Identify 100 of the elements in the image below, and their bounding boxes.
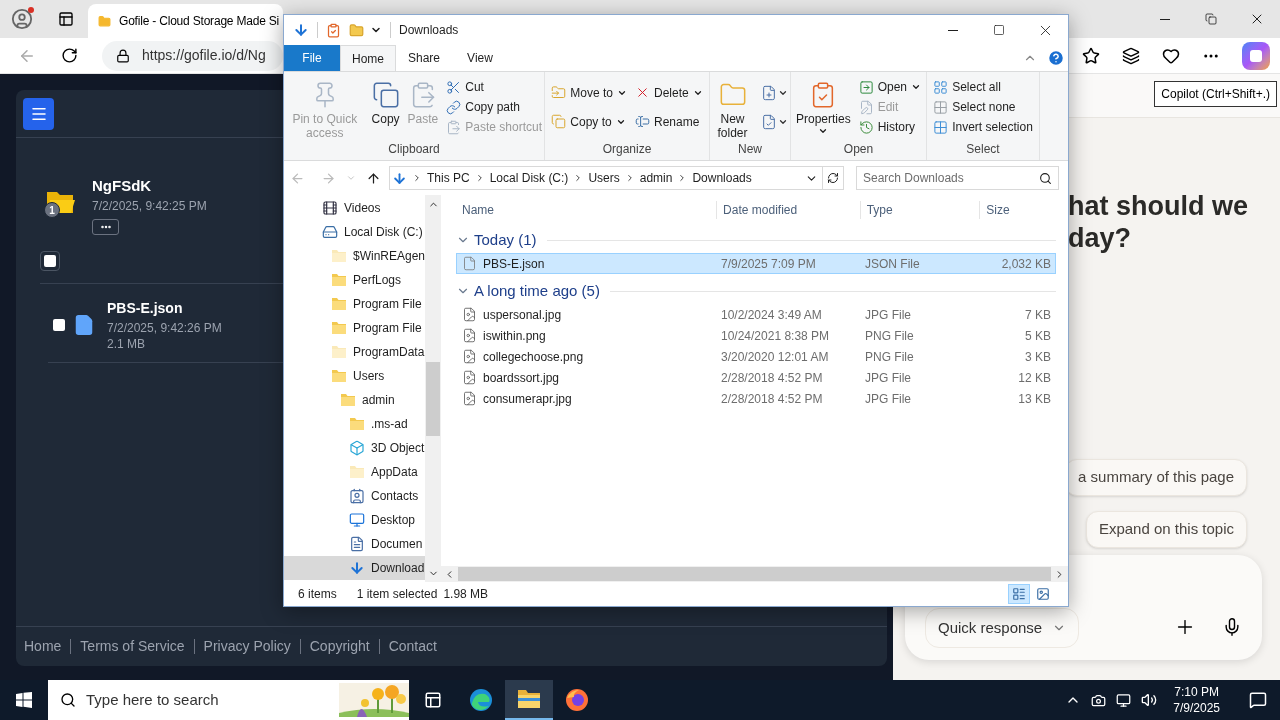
image-file-icon	[462, 370, 477, 385]
menu-button[interactable]	[23, 97, 54, 130]
window-title: Downloads	[399, 22, 459, 39]
nav-item[interactable]: .ms-ad	[284, 412, 425, 436]
windows-logo-icon[interactable]	[16, 692, 32, 708]
column-header[interactable]: Name	[456, 201, 717, 219]
copilot-button[interactable]	[1242, 41, 1270, 70]
status-text: 1.98 MB	[443, 586, 489, 603]
ribbon-button[interactable]: Cut	[444, 77, 544, 97]
nav-item[interactable]: admin	[284, 388, 425, 412]
camera-icon[interactable]	[1091, 692, 1107, 708]
ribbon-button[interactable]: Invert selection	[931, 117, 1035, 137]
nav-item[interactable]: Contacts	[284, 484, 425, 508]
view-button[interactable]	[1008, 584, 1030, 604]
ribbon-tab[interactable]: View	[452, 45, 508, 71]
refresh-icon[interactable]	[61, 47, 78, 64]
footer-link[interactable]: Terms of Service	[80, 636, 185, 657]
ribbon-button[interactable]: Rename	[633, 111, 705, 132]
ribbon-button[interactable]: Select all	[931, 77, 1035, 97]
profile-icon[interactable]	[11, 8, 33, 30]
heart-icon[interactable]	[1162, 46, 1180, 65]
more-button[interactable]	[92, 219, 119, 235]
ribbon-button[interactable]: Move to	[549, 82, 629, 103]
network-icon[interactable]	[1116, 692, 1132, 708]
breadcrumb-item[interactable]: admin	[639, 169, 673, 187]
volume-icon[interactable]	[1141, 692, 1158, 708]
properties-icon[interactable]	[326, 22, 341, 38]
nav-item[interactable]: Users	[284, 364, 425, 388]
scroll-thumb[interactable]	[458, 567, 1051, 581]
taskbar-search-field[interactable]: Type here to search	[48, 680, 409, 720]
help-icon[interactable]	[1047, 49, 1065, 67]
address-field[interactable]: https://gofile.io/d/Ng	[102, 40, 283, 71]
nav-item[interactable]: 3D Object	[284, 436, 425, 460]
folder-name[interactable]: NgFSdK	[92, 176, 207, 196]
checkbox[interactable]	[53, 319, 65, 331]
scroll-thumb[interactable]	[426, 362, 440, 436]
nav-item[interactable]: Program File	[284, 292, 425, 316]
nav-item[interactable]: ProgramData	[284, 340, 425, 364]
file-row[interactable]: consumerapr.jpg 2/28/2018 4:52 PM JPG File 13 KB	[456, 388, 1056, 409]
file-row[interactable]: collegechoose.png 3/20/2020 12:01 AM PNG File 3 KB	[456, 346, 1056, 367]
ribbon-tab[interactable]: Share	[396, 45, 452, 71]
file-row[interactable]: PBS-E.json 7/9/2025 7:09 PM JSON File 2,032 KB	[456, 253, 1056, 274]
refresh-icon[interactable]	[827, 172, 839, 184]
breadcrumb-item[interactable]: Downloads	[692, 169, 752, 187]
collections-icon[interactable]	[1122, 46, 1140, 65]
nav-item[interactable]: Videos	[284, 196, 425, 220]
group-header[interactable]: Today (1)	[456, 227, 1056, 253]
clock[interactable]: 7:10 PM 7/9/2025	[1167, 684, 1226, 716]
notifications-icon[interactable]	[1249, 691, 1267, 709]
footer-link[interactable]: Home	[24, 636, 62, 657]
tab-actions-icon[interactable]	[58, 11, 74, 27]
breadcrumb-item[interactable]: This PC	[427, 169, 470, 187]
address-bar[interactable]: This PC Local Disk (C:) Users admin Downloads	[389, 166, 844, 190]
up-icon[interactable]	[366, 170, 381, 186]
nav-item[interactable]: Desktop	[284, 508, 425, 532]
file-row[interactable]: boardssort.jpg 2/28/2018 4:52 PM JPG File 12 KB	[456, 367, 1056, 388]
ribbon-button[interactable]: Copy path	[444, 97, 544, 117]
column-header[interactable]: Type	[859, 201, 980, 219]
browser-tab[interactable]: Gofile - Cloud Storage Made Si	[88, 4, 283, 38]
footer-link[interactable]: Copyright	[309, 636, 370, 657]
column-header[interactable]: Date modified	[716, 201, 860, 219]
file-row[interactable]: iswithin.png 10/24/2021 8:38 PM PNG File 5 KB	[456, 325, 1056, 346]
column-header[interactable]: Size	[979, 201, 1056, 219]
ribbon-button[interactable]: Delete	[633, 82, 705, 103]
ribbon-button[interactable]: Properties	[793, 77, 853, 136]
checkbox[interactable]	[40, 251, 60, 271]
breadcrumb-item[interactable]: Users	[588, 169, 620, 187]
ribbon-tab[interactable]: File	[284, 45, 340, 71]
nav-item[interactable]: Program File	[284, 316, 425, 340]
search-input[interactable]: Search Downloads	[863, 169, 1039, 187]
nav-item[interactable]: PerfLogs	[284, 268, 425, 292]
search-field[interactable]: Search Downloads	[856, 166, 1059, 190]
group-label: Clipboard	[387, 141, 441, 158]
breadcrumb-item[interactable]: Local Disk (C:)	[489, 169, 569, 187]
group-header[interactable]: A long time ago (5)	[456, 278, 1056, 304]
ribbon-button[interactable]: Copy to	[549, 111, 629, 132]
size-cell-text: 7 KB	[1024, 306, 1051, 324]
file-name[interactable]: PBS-E.json	[107, 298, 222, 318]
ribbon-button[interactable]: Open	[856, 77, 924, 97]
footer-link[interactable]: Contact	[388, 636, 437, 657]
footer-link[interactable]: Privacy Policy	[203, 636, 291, 657]
nav-item[interactable]: Documen	[284, 532, 425, 556]
ribbon-tab[interactable]: Home	[340, 45, 396, 71]
ribbon-button[interactable]: New folder	[710, 77, 755, 140]
mode-dropdown[interactable]: Quick response	[925, 608, 1080, 648]
nav-item[interactable]: AppData	[284, 460, 425, 484]
microphone-icon[interactable]	[1222, 617, 1242, 637]
heading: day?	[1068, 222, 1133, 254]
search-input[interactable]: Type here to search	[86, 688, 276, 712]
favorites-icon[interactable]	[1082, 46, 1100, 65]
suggestion-chip[interactable]: Expand on this topic	[1085, 511, 1247, 548]
file-name: boardssort.jpg	[483, 369, 560, 387]
file-row[interactable]: uspersonal.jpg 10/2/2024 3:49 AM JPG File 7 KB	[456, 304, 1056, 325]
ribbon-button[interactable]: History	[856, 117, 924, 137]
taskbar-app[interactable]	[505, 680, 553, 720]
nav-item[interactable]: $WinREAgen	[284, 244, 425, 268]
nav-item[interactable]: Local Disk (C:)	[284, 220, 425, 244]
nav-item[interactable]: Download	[284, 556, 425, 580]
ribbon-button[interactable]: Select none	[931, 97, 1035, 117]
ribbon-button[interactable]: Copy	[369, 77, 402, 126]
